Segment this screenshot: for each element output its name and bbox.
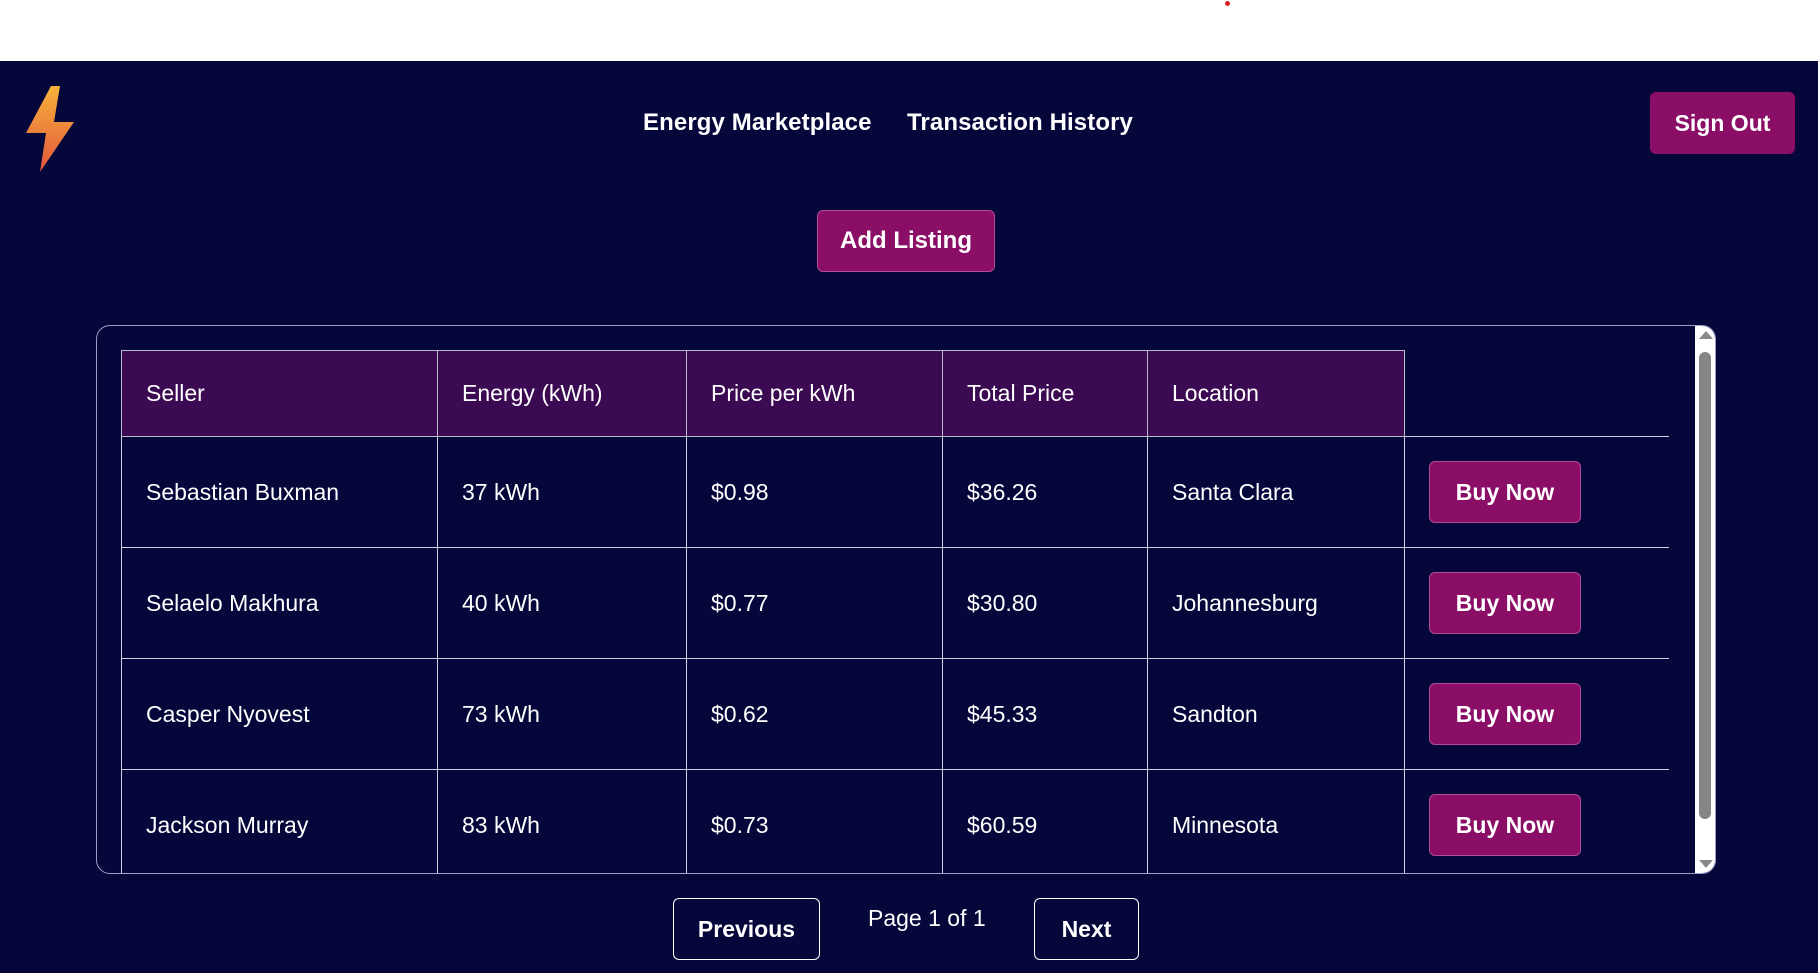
sign-out-button[interactable]: Sign Out [1650, 92, 1795, 154]
column-header-total-price: Total Price [942, 350, 1148, 437]
cell-total: $36.26 [942, 436, 1148, 548]
table-row: Jackson Murray 83 kWh $0.73 $60.59 Minne… [121, 769, 1669, 873]
vertical-scrollbar[interactable] [1695, 326, 1715, 873]
column-header-energy: Energy (kWh) [437, 350, 687, 437]
table-row: Selaelo Makhura 40 kWh $0.77 $30.80 Joha… [121, 547, 1669, 659]
cell-action: Buy Now [1404, 547, 1669, 659]
cell-seller: Jackson Murray [121, 769, 438, 873]
cell-price: $0.98 [686, 436, 943, 548]
cell-price: $0.77 [686, 547, 943, 659]
cell-seller: Selaelo Makhura [121, 547, 438, 659]
cell-energy: 83 kWh [437, 769, 687, 873]
table-row: Casper Nyovest 73 kWh $0.62 $45.33 Sandt… [121, 658, 1669, 770]
previous-page-button[interactable]: Previous [673, 898, 820, 960]
table-row: Sebastian Buxman 37 kWh $0.98 $36.26 San… [121, 436, 1669, 548]
table-header-row: Seller Energy (kWh) Price per kWh Total … [121, 350, 1670, 437]
add-listing-button[interactable]: Add Listing [817, 210, 995, 272]
column-header-price-per-kwh: Price per kWh [686, 350, 943, 437]
cell-location: Minnesota [1147, 769, 1405, 873]
listings-table: Seller Energy (kWh) Price per kWh Total … [121, 350, 1670, 873]
column-header-action [1405, 351, 1670, 437]
listings-table-container: Seller Energy (kWh) Price per kWh Total … [96, 325, 1716, 874]
cell-seller: Casper Nyovest [121, 658, 438, 770]
cell-action: Buy Now [1404, 658, 1669, 770]
scroll-up-arrow-icon[interactable] [1699, 331, 1713, 339]
column-header-location: Location [1147, 350, 1405, 437]
buy-now-button[interactable]: Buy Now [1429, 572, 1581, 634]
column-header-seller: Seller [121, 350, 438, 437]
cell-seller: Sebastian Buxman [121, 436, 438, 548]
cell-price: $0.73 [686, 769, 943, 873]
nav-transaction-history[interactable]: Transaction History [907, 109, 1133, 137]
scroll-down-arrow-icon[interactable] [1699, 860, 1713, 868]
cell-total: $30.80 [942, 547, 1148, 659]
cell-energy: 73 kWh [437, 658, 687, 770]
buy-now-button[interactable]: Buy Now [1429, 683, 1581, 745]
browser-top-strip [0, 0, 1818, 61]
cell-action: Buy Now [1404, 769, 1669, 873]
listings-table-scroll-area[interactable]: Seller Energy (kWh) Price per kWh Total … [121, 350, 1670, 873]
cell-total: $60.59 [942, 769, 1148, 873]
buy-now-button[interactable]: Buy Now [1429, 794, 1581, 856]
cell-location: Johannesburg [1147, 547, 1405, 659]
cell-total: $45.33 [942, 658, 1148, 770]
cell-action: Buy Now [1404, 436, 1669, 548]
cell-energy: 40 kWh [437, 547, 687, 659]
cell-energy: 37 kWh [437, 436, 687, 548]
lightning-bolt-icon[interactable] [24, 86, 78, 172]
scrollbar-thumb[interactable] [1699, 352, 1711, 819]
cell-location: Sandton [1147, 658, 1405, 770]
red-dot-indicator [1225, 1, 1230, 6]
cell-price: $0.62 [686, 658, 943, 770]
next-page-button[interactable]: Next [1034, 898, 1139, 960]
nav-energy-marketplace[interactable]: Energy Marketplace [643, 109, 872, 137]
buy-now-button[interactable]: Buy Now [1429, 461, 1581, 523]
cell-location: Santa Clara [1147, 436, 1405, 548]
page-indicator: Page 1 of 1 [868, 905, 986, 931]
